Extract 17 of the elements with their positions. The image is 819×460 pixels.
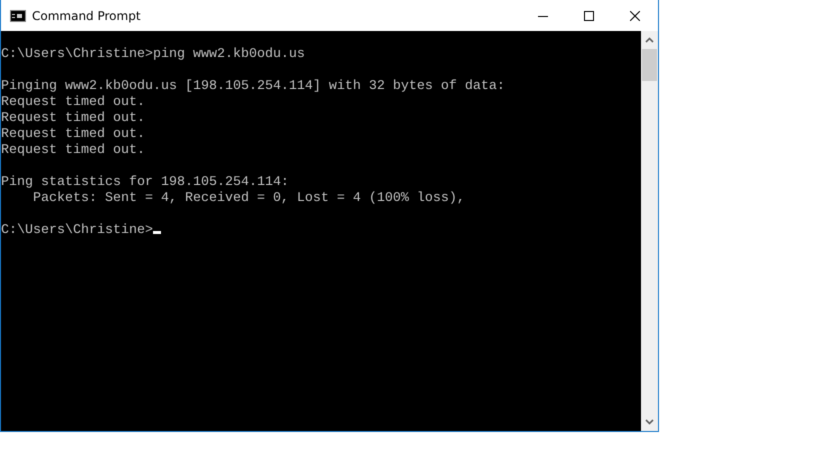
scrollbar[interactable] [641,31,658,431]
maximize-icon [584,10,594,20]
console-line: C:\Users\Christine> [1,223,153,238]
window-title: Command Prompt [32,8,141,22]
console-line: Request timed out. [1,95,145,110]
terminal-icon [10,10,26,22]
scrollbar-thumb[interactable] [642,49,657,81]
console-line: Request timed out. [1,111,145,126]
console-line: C:\Users\Christine>ping www2.kb0odu.us [1,47,305,62]
console-line: Packets: Sent = 4, Received = 0, Lost = 4 (100% loss), [32,191,465,206]
scroll-up-icon[interactable] [645,37,654,43]
close-icon [630,10,640,20]
scroll-down-icon[interactable] [645,419,654,425]
console-line: Request timed out. [1,127,145,142]
console-line: Request timed out. [1,143,145,158]
console-line: Ping statistics for 198.105.254.114: [1,175,289,190]
console-line: Pinging www2.kb0odu.us [198.105.254.114] with 32 bytes of data: [1,79,505,94]
